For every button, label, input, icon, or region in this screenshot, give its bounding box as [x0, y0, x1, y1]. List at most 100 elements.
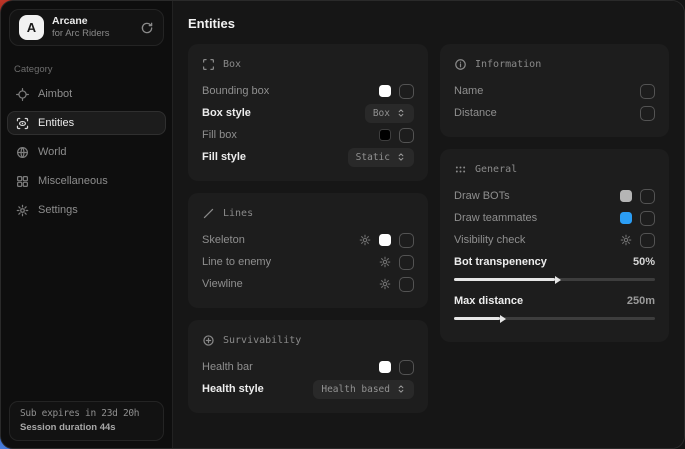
row-label: Bounding box — [202, 85, 269, 97]
bot-transpenency-row: Bot transpenency 50% — [454, 251, 655, 273]
sidebar-item-miscellaneous[interactable]: Miscellaneous — [7, 169, 166, 193]
gear-icon[interactable] — [620, 234, 632, 246]
general-card: General Draw BOTs Draw teammates — [440, 149, 669, 342]
row-label: Health bar — [202, 361, 253, 373]
sidebar-item-settings[interactable]: Settings — [7, 198, 166, 222]
row-label: Fill style — [202, 151, 246, 163]
health-style-row: Health style Health based — [202, 378, 414, 400]
sidebar: A Arcane for Arc Riders Category Aimbot — [1, 1, 173, 448]
row-label: Viewline — [202, 278, 243, 290]
bounding-box-checkbox[interactable] — [399, 84, 414, 99]
dropdown-value: Health based — [321, 384, 390, 395]
sidebar-item-label: World — [38, 146, 67, 158]
health-bar-row: Health bar — [202, 356, 414, 378]
health-bar-color-swatch[interactable] — [379, 361, 391, 373]
skeleton-color-swatch[interactable] — [379, 234, 391, 246]
line-to-enemy-row: Line to enemy — [202, 251, 414, 273]
name-row: Name — [454, 80, 655, 102]
draw-bots-checkbox[interactable] — [640, 189, 655, 204]
sidebar-item-label: Settings — [38, 204, 78, 216]
bot-transpenency-slider[interactable] — [454, 278, 655, 281]
slider-value: 50% — [633, 256, 655, 268]
draw-teammates-checkbox[interactable] — [640, 211, 655, 226]
reload-icon[interactable] — [140, 21, 154, 35]
fill-box-color-swatch[interactable] — [379, 129, 391, 141]
viewline-checkbox[interactable] — [399, 277, 414, 292]
gear-icon — [16, 204, 29, 217]
box-style-dropdown[interactable]: Box — [365, 104, 414, 123]
row-label: Draw BOTs — [454, 190, 510, 202]
sidebar-nav: Aimbot Entities World — [1, 82, 172, 222]
max-distance-slider[interactable] — [454, 317, 655, 320]
brand-subtitle: for Arc Riders — [52, 28, 110, 40]
skeleton-checkbox[interactable] — [399, 233, 414, 248]
pulse-circle-icon — [202, 334, 215, 347]
card-title: Survivability — [223, 335, 301, 346]
health-bar-checkbox[interactable] — [399, 360, 414, 375]
box-style-row: Box style Box — [202, 102, 414, 124]
category-label: Category — [14, 64, 159, 75]
brand-card: A Arcane for Arc Riders — [9, 9, 164, 46]
health-style-dropdown[interactable]: Health based — [313, 380, 414, 399]
row-label: Line to enemy — [202, 256, 271, 268]
row-label: Max distance — [454, 295, 523, 307]
row-label: Name — [454, 85, 483, 97]
draw-teammates-row: Draw teammates — [454, 207, 655, 229]
arcane-menu-window: A Arcane for Arc Riders Category Aimbot — [0, 0, 685, 449]
card-title: Box — [223, 59, 241, 70]
draw-bots-row: Draw BOTs — [454, 185, 655, 207]
row-label: Skeleton — [202, 234, 245, 246]
slider-value: 250m — [627, 295, 655, 307]
desktop-background: A Arcane for Arc Riders Category Aimbot — [0, 0, 685, 449]
dropdown-value: Static — [356, 152, 390, 163]
sidebar-item-label: Aimbot — [38, 88, 72, 100]
bounding-box-row: Bounding box — [202, 80, 414, 102]
card-title: General — [475, 164, 517, 175]
sidebar-item-world[interactable]: World — [7, 140, 166, 164]
sidebar-item-label: Entities — [38, 117, 74, 129]
dropdown-value: Box — [373, 108, 390, 119]
bounding-box-color-swatch[interactable] — [379, 85, 391, 97]
row-label: Draw teammates — [454, 212, 537, 224]
survivability-card: Survivability Health bar Health style — [188, 320, 428, 413]
row-label: Fill box — [202, 129, 237, 141]
brand-title: Arcane — [52, 15, 110, 28]
slider-fill — [454, 317, 500, 320]
card-title: Information — [475, 59, 541, 70]
visibility-check-row: Visibility check — [454, 229, 655, 251]
gear-icon[interactable] — [359, 234, 371, 246]
fill-box-row: Fill box — [202, 124, 414, 146]
sub-expiry-text: Sub expires in 23d 20h — [20, 408, 153, 419]
sidebar-item-aimbot[interactable]: Aimbot — [7, 82, 166, 106]
row-label: Health style — [202, 383, 264, 395]
distance-row: Distance — [454, 102, 655, 124]
name-checkbox[interactable] — [640, 84, 655, 99]
row-label: Bot transpenency — [454, 256, 547, 268]
draw-teammates-color-swatch[interactable] — [620, 212, 632, 224]
session-duration-text: Session duration 44s — [20, 422, 153, 433]
fill-style-row: Fill style Static — [202, 146, 414, 168]
fill-box-checkbox[interactable] — [399, 128, 414, 143]
sidebar-item-label: Miscellaneous — [38, 175, 108, 187]
selector-icon — [396, 152, 406, 162]
viewline-row: Viewline — [202, 273, 414, 295]
slider-fill — [454, 278, 555, 281]
gear-icon[interactable] — [379, 256, 391, 268]
visibility-check-checkbox[interactable] — [640, 233, 655, 248]
lines-card: Lines Skeleton — [188, 193, 428, 308]
gear-icon[interactable] — [379, 278, 391, 290]
info-icon — [454, 58, 467, 71]
line-to-enemy-checkbox[interactable] — [399, 255, 414, 270]
row-label: Visibility check — [454, 234, 525, 246]
row-label: Box style — [202, 107, 251, 119]
max-distance-row: Max distance 250m — [454, 290, 655, 312]
apps-grid-icon — [16, 175, 29, 188]
draw-bots-color-swatch[interactable] — [620, 190, 632, 202]
globe-icon — [16, 146, 29, 159]
distance-checkbox[interactable] — [640, 106, 655, 121]
dots-grid-icon — [454, 163, 467, 176]
fill-style-dropdown[interactable]: Static — [348, 148, 414, 167]
page-title: Entities — [188, 16, 669, 31]
selector-icon — [396, 384, 406, 394]
sidebar-item-entities[interactable]: Entities — [7, 111, 166, 135]
